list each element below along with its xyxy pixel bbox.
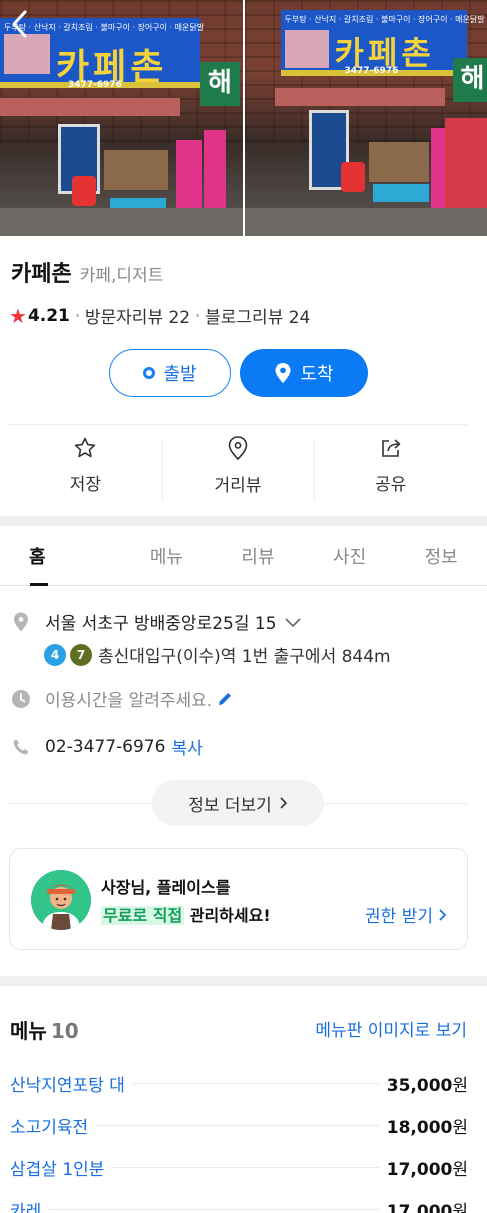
storefront-photo-2[interactable]: 두부탕 · 산낙지 · 갈치조림 · 불마구이 · 장어구이 · 매운닭발 카페… xyxy=(244,0,487,236)
owner-avatar xyxy=(31,870,91,930)
blog-reviews-link[interactable]: 블로그리뷰 24 xyxy=(205,303,310,328)
location-pin-icon xyxy=(275,363,291,383)
visitor-reviews-link[interactable]: 방문자리뷰 22 xyxy=(85,303,190,328)
pencil-icon[interactable] xyxy=(216,690,234,708)
menu-count: 10 xyxy=(50,1019,79,1043)
street-view-button[interactable]: 거리뷰 xyxy=(161,425,315,505)
clock-icon xyxy=(11,689,31,709)
tab-photos[interactable]: 사진 xyxy=(304,527,396,585)
tab-reviews[interactable]: 리뷰 xyxy=(212,527,304,585)
location-icon xyxy=(11,612,31,632)
chevron-down-icon[interactable] xyxy=(283,615,303,629)
address-row[interactable]: 서울 서초구 방배중앙로25길 15 xyxy=(11,609,303,634)
menu-list: 산낙지연포탕 대 35,000원 소고기육전 18,000원 삼겹살 1인분 1… xyxy=(10,1062,468,1213)
rating-value: 4.21 xyxy=(27,305,70,326)
save-button[interactable]: 저장 xyxy=(9,425,162,505)
star-rating-icon: ★ xyxy=(9,303,27,328)
tab-info[interactable]: 정보 xyxy=(395,527,487,585)
chevron-right-icon xyxy=(280,797,287,809)
more-info-button[interactable]: 정보 더보기 xyxy=(152,780,324,826)
arrive-button[interactable]: 도착 xyxy=(240,349,368,397)
subway-line-7-badge: 7 xyxy=(70,643,92,666)
chevron-right-icon xyxy=(439,908,447,921)
tab-menu[interactable]: 메뉴 xyxy=(121,527,213,585)
copy-phone-button[interactable]: 복사 xyxy=(171,734,202,759)
rating-row: ★ 4.21 방문자리뷰 22 블로그리뷰 24 xyxy=(9,303,310,329)
origin-dot-icon xyxy=(143,367,156,379)
menu-board-image-link[interactable]: 메뉴판 이미지로 보기 xyxy=(315,1016,467,1041)
address-text: 서울 서초구 방배중앙로25길 15 xyxy=(45,614,277,634)
back-icon[interactable] xyxy=(6,8,34,40)
menu-item[interactable]: 산낙지연포탕 대 35,000원 xyxy=(10,1062,468,1104)
subway-directions: 4 7 총신대입구(이수)역 1번 출구에서 844m xyxy=(44,642,391,667)
claim-permission-link[interactable]: 권한 받기 xyxy=(365,902,447,927)
phone-row: 02-3477-6976 복사 xyxy=(11,734,203,759)
owner-claim-card: 사장님, 플레이스를 무료로 직접 관리하세요! 권한 받기 xyxy=(9,848,468,950)
owner-promo-text: 사장님, 플레이스를 무료로 직접 관리하세요! xyxy=(101,878,271,925)
subway-text: 총신대입구(이수)역 1번 출구에서 844m xyxy=(98,647,391,667)
tab-bar: 홈 메뉴 리뷰 사진 정보 xyxy=(0,527,487,586)
tab-home[interactable]: 홈 xyxy=(0,527,121,586)
place-title-row: 카페촌 카페,디저트 xyxy=(11,256,163,288)
star-icon xyxy=(75,437,96,457)
more-info-section: 정보 더보기 xyxy=(0,780,487,826)
pin-outline-icon xyxy=(228,435,248,460)
depart-button[interactable]: 출발 xyxy=(109,349,231,397)
share-button[interactable]: 공유 xyxy=(314,425,467,505)
phone-icon xyxy=(11,737,31,757)
hours-row[interactable]: 이용시간을 알려주세요. xyxy=(11,686,234,711)
phone-number[interactable]: 02-3477-6976 xyxy=(45,737,165,757)
menu-item[interactable]: 카레 17,000원 xyxy=(10,1188,468,1213)
hours-prompt: 이용시간을 알려주세요. xyxy=(45,691,213,711)
action-bar: 저장 거리뷰 공유 xyxy=(9,425,467,505)
place-category: 카페,디저트 xyxy=(79,266,164,286)
photo-gallery[interactable]: 두부탕 · 산낙지 · 갈치조림 · 불마구이 · 장어구이 · 매운닭발 카페… xyxy=(0,0,487,236)
place-name: 카페촌 xyxy=(11,262,72,287)
subway-line-4-badge: 4 xyxy=(44,643,66,666)
menu-item[interactable]: 삼겹살 1인분 17,000원 xyxy=(10,1146,468,1188)
share-icon xyxy=(381,438,400,457)
storefront-photo-1[interactable]: 두부탕 · 산낙지 · 갈치조림 · 불마구이 · 장어구이 · 매운닭발 카페… xyxy=(0,0,243,236)
menu-item[interactable]: 소고기육전 18,000원 xyxy=(10,1104,468,1146)
menu-section-title: 메뉴 10 xyxy=(10,1019,79,1043)
